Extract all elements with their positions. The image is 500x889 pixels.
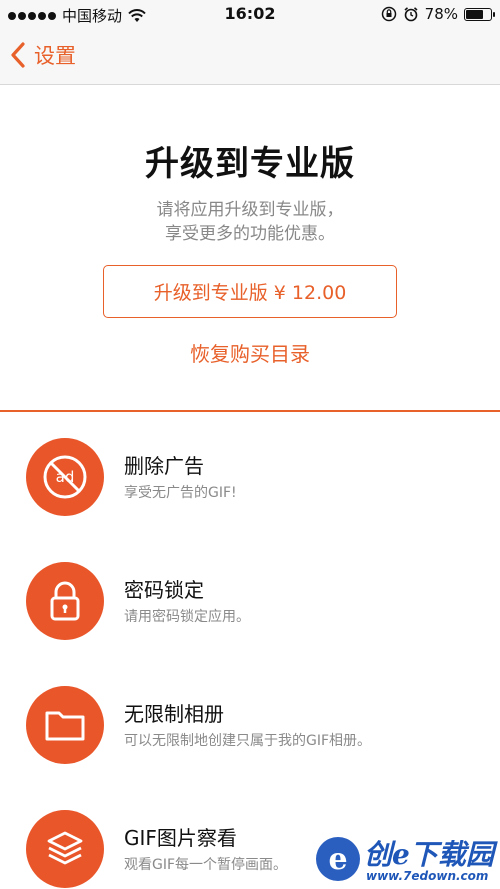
folder-icon	[26, 686, 104, 764]
no-ads-icon: ad	[26, 438, 104, 516]
feature-item-password-lock: 密码锁定 请用密码锁定应用。	[0, 536, 500, 660]
feature-item-remove-ads: ad 删除广告 享受无广告的GIF!	[0, 412, 500, 536]
alarm-icon	[404, 7, 418, 22]
feature-description: 请用密码锁定应用。	[124, 609, 250, 625]
watermark-url: www.7edown.com	[366, 869, 489, 883]
navigation-bar: 设置	[0, 28, 500, 85]
back-label: 设置	[34, 44, 76, 68]
watermark: e 创e下载园 www.7edown.com	[316, 831, 494, 887]
status-right: 78%	[381, 5, 495, 23]
lock-icon	[26, 562, 104, 640]
svg-text:ad: ad	[56, 468, 75, 486]
rotation-lock-icon	[381, 6, 396, 22]
feature-title: GIF图片察看	[124, 826, 237, 850]
layers-icon	[26, 810, 104, 888]
battery-percent: 78%	[424, 5, 458, 23]
watermark-logo-icon: e	[316, 837, 360, 881]
battery-level	[466, 9, 484, 19]
upgrade-description-line-1: 请将应用升级到专业版，	[156, 200, 344, 220]
feature-title: 无限制相册	[124, 702, 224, 726]
upgrade-description-line-2: 享受更多的功能优惠。	[165, 224, 335, 244]
feature-description: 享受无广告的GIF!	[124, 485, 237, 501]
feature-description: 观看GIF每一个暂停画面。	[124, 857, 288, 873]
back-button[interactable]: 设置	[10, 40, 76, 70]
page-title: 升级到专业版	[145, 144, 355, 184]
feature-description: 可以无限制地创建只属于我的GIF相册。	[124, 733, 372, 749]
chevron-left-icon	[11, 42, 25, 68]
upgrade-description: 请将应用升级到专业版， 享受更多的功能优惠。	[0, 198, 500, 246]
restore-purchases-link[interactable]: 恢复购买目录	[0, 338, 500, 367]
feature-title: 密码锁定	[124, 578, 204, 602]
feature-item-unlimited-albums: 无限制相册 可以无限制地创建只属于我的GIF相册。	[0, 660, 500, 784]
status-bar: 中国移动 16:02 78%	[0, 0, 500, 28]
feature-title: 删除广告	[124, 454, 204, 478]
upgrade-section: 升级到专业版 请将应用升级到专业版， 享受更多的功能优惠。 升级到专业版 ¥ 1…	[0, 86, 500, 412]
upgrade-purchase-button[interactable]: 升级到专业版 ¥ 12.00	[103, 265, 397, 318]
battery-icon	[464, 7, 495, 21]
watermark-text: 创e下载园	[364, 838, 494, 871]
